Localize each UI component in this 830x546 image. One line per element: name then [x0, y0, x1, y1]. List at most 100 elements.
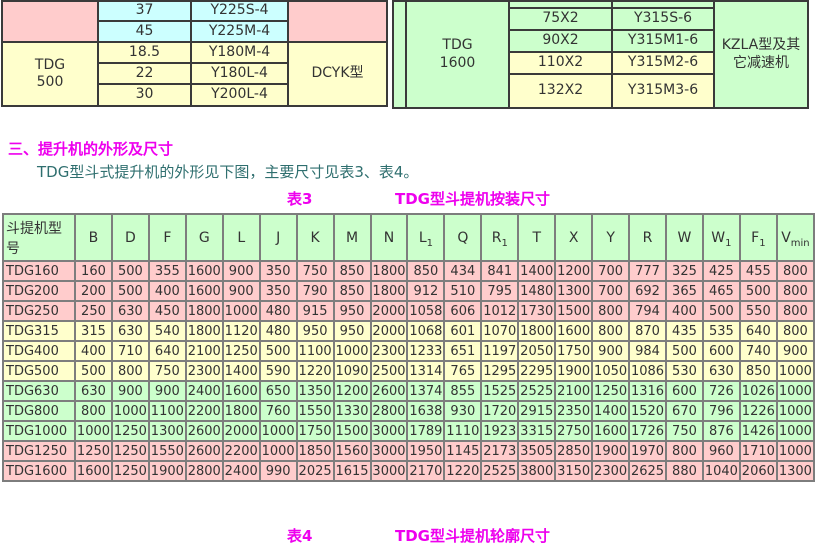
motor-right-cell: Y315M2-6	[612, 52, 714, 74]
table3-value-cell: 600	[703, 341, 740, 361]
table3-value-cell: 1600	[186, 281, 223, 301]
table3-value-cell: 800	[777, 261, 814, 281]
table3-value-cell: 1638	[407, 401, 444, 421]
table3-value-cell: 1012	[481, 301, 518, 321]
table3-value-cell: 2000	[371, 301, 408, 321]
table3-value-cell: 1710	[740, 441, 777, 461]
table3-value-cell: 1100	[297, 341, 334, 361]
table3-header-Q: Q	[444, 214, 481, 261]
table3-value-cell: 1520	[629, 401, 666, 421]
table3-value-cell: 1900	[592, 441, 629, 461]
table3-value-cell: 1800	[518, 321, 555, 341]
table3-value-cell: 1120	[223, 321, 260, 341]
table3-value-cell: 1000	[334, 341, 371, 361]
table3-value-cell: 2350	[555, 401, 592, 421]
table3-value-cell: 950	[334, 301, 371, 321]
table3-header-Vmin: Vmin	[777, 214, 814, 261]
table3-value-cell: 1750	[297, 421, 334, 441]
table3-value-cell: 2750	[555, 421, 592, 441]
table3-value-cell: 425	[703, 261, 740, 281]
table3-header-Y: Y	[592, 214, 629, 261]
table3-value-cell: 1950	[407, 441, 444, 461]
table3-value-cell: 1923	[481, 421, 518, 441]
table3-value-cell: 750	[666, 421, 703, 441]
table3-value-cell: 400	[75, 341, 112, 361]
table3-value-cell: 535	[703, 321, 740, 341]
table3-header-N: N	[371, 214, 408, 261]
table3-value-cell: 1300	[777, 461, 814, 481]
table3-header-W1: W1	[703, 214, 740, 261]
table3-value-cell: 2200	[186, 401, 223, 421]
table3-value-cell: 1110	[444, 421, 481, 441]
table3-header-W: W	[666, 214, 703, 261]
table3-value-cell: 2600	[186, 441, 223, 461]
table3-value-cell: 2625	[629, 461, 666, 481]
table3-value-cell: 1000	[777, 361, 814, 381]
table3-value-cell: 250	[75, 301, 112, 321]
table3-value-cell: 1250	[223, 341, 260, 361]
table3-value-cell: 1250	[112, 441, 149, 461]
table3-value-cell: 650	[260, 381, 297, 401]
table3-value-cell: 510	[444, 281, 481, 301]
table3-model-cell: TDG400	[3, 341, 75, 361]
table3-value-cell: 692	[629, 281, 666, 301]
table3-header-F: F	[149, 214, 186, 261]
table3-value-cell: 900	[592, 341, 629, 361]
table3-header-R: R	[629, 214, 666, 261]
table3-value-cell: 1100	[149, 401, 186, 421]
motor-left-cell	[2, 1, 98, 42]
table3-row-TDG200: TDG2002005004001600900350790850180091251…	[3, 281, 814, 301]
table3-value-cell: 350	[260, 281, 297, 301]
table3-value-cell: 1050	[592, 361, 629, 381]
table3-value-cell: 550	[740, 301, 777, 321]
table3-value-cell: 200	[75, 281, 112, 301]
table3-value-cell: 2170	[407, 461, 444, 481]
table3-value-cell: 855	[444, 381, 481, 401]
motor-left-cell: 30	[98, 84, 191, 106]
table3-value-cell: 1000	[777, 441, 814, 461]
table3-value-cell: 710	[112, 341, 149, 361]
table3-value-cell: 726	[703, 381, 740, 401]
table3-value-cell: 3315	[518, 421, 555, 441]
table3-value-cell: 434	[444, 261, 481, 281]
table3-value-cell: 1800	[186, 321, 223, 341]
table3-value-cell: 1233	[407, 341, 444, 361]
table3-row-TDG500: TDG5005008007502300140059012201090250013…	[3, 361, 814, 381]
motor-right-cell: Y315M3-6	[612, 74, 714, 108]
table3-value-cell: 1316	[629, 381, 666, 401]
table3-value-cell: 1800	[371, 261, 408, 281]
table3-header-K: K	[297, 214, 334, 261]
motor-left-cell: Y180M-4	[191, 42, 288, 63]
table3-value-cell: 800	[592, 301, 629, 321]
table3-value-cell: 2850	[555, 441, 592, 461]
table3-value-cell: 600	[666, 381, 703, 401]
table3-model-cell: TDG1250	[3, 441, 75, 461]
table3-value-cell: 1800	[223, 401, 260, 421]
table3-value-cell: 601	[444, 321, 481, 341]
table3-value-cell: 606	[444, 301, 481, 321]
table3-value-cell: 2000	[371, 321, 408, 341]
installation-dimensions-table: 斗提机型号BDFGLJKMNL1QR1TXYRWW1F1VminTDG16016…	[2, 213, 815, 482]
table3-value-cell: 2295	[518, 361, 555, 381]
table3-value-cell: 455	[740, 261, 777, 281]
table3-value-cell: 1720	[481, 401, 518, 421]
table3-value-cell: 1550	[297, 401, 334, 421]
table3-value-cell: 1350	[297, 381, 334, 401]
table3-value-cell: 700	[592, 281, 629, 301]
motor-left-cell: DCYK型	[288, 42, 387, 106]
table3-value-cell: 1086	[629, 361, 666, 381]
table3-model-cell: TDG1600	[3, 461, 75, 481]
table3-value-cell: 1615	[334, 461, 371, 481]
table3-value-cell: 1600	[75, 461, 112, 481]
table3-model-cell: TDG160	[3, 261, 75, 281]
table3-value-cell: 796	[703, 401, 740, 421]
table3-value-cell: 800	[777, 301, 814, 321]
motor-left-cell: Y200L-4	[191, 84, 288, 106]
motor-left-row-2: TDG 50018.5Y180M-4DCYK型	[2, 42, 387, 63]
table3-row-TDG1250: TDG1250125012501550260022001000185015603…	[3, 441, 814, 461]
table3-value-cell: 480	[260, 301, 297, 321]
table3-value-cell: 1300	[555, 281, 592, 301]
table3-value-cell: 640	[149, 341, 186, 361]
table3-value-cell: 2060	[740, 461, 777, 481]
table3-value-cell: 915	[297, 301, 334, 321]
